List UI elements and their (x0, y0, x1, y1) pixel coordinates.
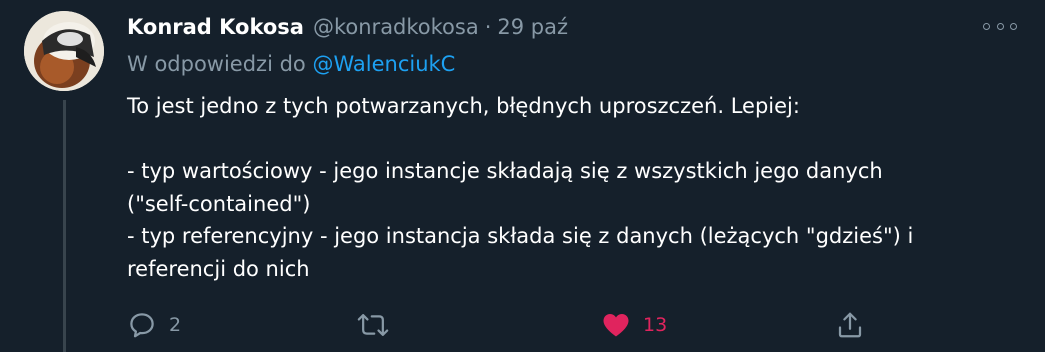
separator-dot: · (484, 15, 492, 39)
heart-icon (603, 314, 629, 337)
reply-mention-link[interactable]: @WalenciukC (312, 52, 455, 76)
share-icon (838, 312, 862, 338)
tweet[interactable]: Konrad Kokosa @konradkokosa · 29 paź W o… (0, 0, 1045, 352)
like-count: 13 (643, 314, 668, 336)
tweet-text-blank-line (127, 123, 1007, 156)
tweet-text-line: - typ wartościowy - jego instancje skład… (127, 159, 883, 183)
reply-context: W odpowiedzi do @WalenciukC (127, 52, 455, 76)
tweet-text: To jest jedno z tych potwarzanych, błędn… (127, 90, 1007, 285)
avatar-image (24, 11, 104, 91)
like-button[interactable]: 13 (601, 305, 667, 345)
tweet-actions: 2 13 (127, 305, 867, 345)
tweet-text-line: - typ referencyjny - jego instancja skła… (127, 224, 914, 248)
reply-icon (130, 313, 154, 338)
tweet-header: Konrad Kokosa @konradkokosa · 29 paź (127, 12, 568, 42)
more-options-icon[interactable] (983, 16, 1017, 36)
share-button[interactable] (835, 305, 865, 345)
author-name[interactable]: Konrad Kokosa (127, 15, 304, 39)
reply-button[interactable]: 2 (127, 305, 181, 345)
tweet-text-line: To jest jedno z tych potwarzanych, błędn… (127, 94, 800, 118)
reply-count: 2 (169, 314, 182, 336)
avatar[interactable] (24, 11, 104, 91)
retweet-button[interactable] (357, 305, 401, 345)
thread-line (63, 100, 66, 352)
retweet-icon (357, 314, 389, 336)
tweet-text-line: ("self-contained") (127, 191, 311, 216)
reply-prefix: W odpowiedzi do (127, 52, 306, 76)
author-handle[interactable]: @konradkokosa (313, 15, 479, 39)
tweet-text-line: referencji do nich (127, 256, 310, 281)
tweet-date[interactable]: 29 paź (497, 15, 568, 39)
